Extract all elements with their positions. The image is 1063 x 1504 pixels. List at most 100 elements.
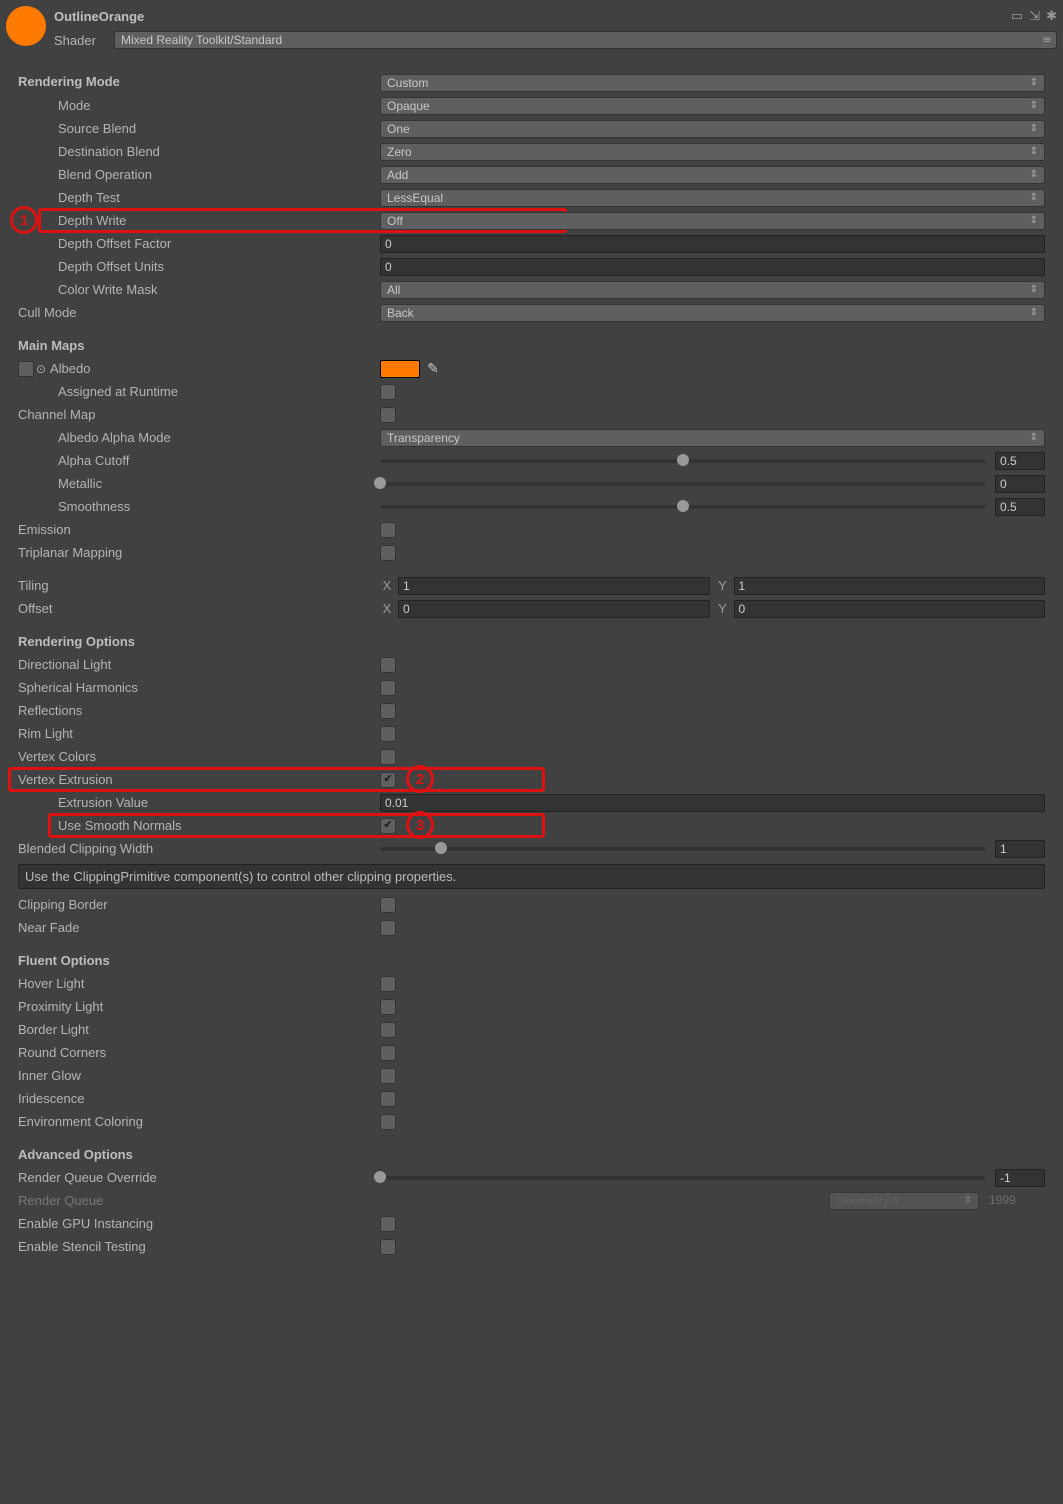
reflections-checkbox[interactable] [380,703,396,719]
depth-offset-factor-input[interactable] [380,235,1045,253]
albedo-label: Albedo [50,361,90,376]
metallic-value[interactable]: 0 [995,475,1045,493]
hover-light-checkbox[interactable] [380,976,396,992]
stencil-testing-label: Enable Stencil Testing [18,1239,380,1254]
blended-clipping-value[interactable]: 1 [995,840,1045,858]
cull-mode-label: Cull Mode [18,305,380,320]
albedo-target-icon[interactable]: ⊙ [36,362,46,376]
offset-x-input[interactable] [398,600,710,618]
blend-operation-label: Blend Operation [18,167,380,182]
shader-value: Mixed Reality Toolkit/Standard [121,33,282,47]
directional-light-checkbox[interactable] [380,657,396,673]
clipping-note: Use the ClippingPrimitive component(s) t… [18,864,1045,889]
blend-operation-dd[interactable]: Add [380,166,1045,184]
tiling-x-input[interactable] [398,577,710,595]
offset-label: Offset [18,601,380,616]
metallic-label: Metallic [18,476,380,491]
destination-blend-dd[interactable]: Zero [380,143,1045,161]
clipping-border-label: Clipping Border [18,897,380,912]
render-queue-override-value[interactable]: -1 [995,1169,1045,1187]
render-queue-dd: Geometry-1 [829,1192,979,1210]
proximity-light-label: Proximity Light [18,999,380,1014]
near-fade-label: Near Fade [18,920,380,935]
smoothness-value[interactable]: 0.5 [995,498,1045,516]
gpu-instancing-checkbox[interactable] [380,1216,396,1232]
depth-offset-units-label: Depth Offset Units [18,259,380,274]
color-write-mask-label: Color Write Mask [18,282,380,297]
vertex-colors-checkbox[interactable] [380,749,396,765]
iridescence-label: Iridescence [18,1091,380,1106]
inner-glow-checkbox[interactable] [380,1068,396,1084]
depth-write-label: Depth Write [18,213,380,228]
source-blend-label: Source Blend [18,121,380,136]
mode-label: Mode [18,98,380,113]
tiling-y-input[interactable] [734,577,1046,595]
help-icon[interactable]: ▭ [1011,8,1023,24]
alpha-cutoff-slider[interactable] [380,459,985,463]
material-title: OutlineOrange [54,9,144,24]
shader-dropdown[interactable]: Mixed Reality Toolkit/Standard [114,31,1057,49]
depth-write-dd[interactable]: Off [380,212,1045,230]
color-write-mask-dd[interactable]: All [380,281,1045,299]
stencil-testing-checkbox[interactable] [380,1239,396,1255]
near-fade-checkbox[interactable] [380,920,396,936]
mode-dd[interactable]: Opaque [380,97,1045,115]
smoothness-label: Smoothness [18,499,380,514]
environment-coloring-label: Environment Coloring [18,1114,380,1129]
proximity-light-checkbox[interactable] [380,999,396,1015]
rim-light-checkbox[interactable] [380,726,396,742]
clipping-border-checkbox[interactable] [380,897,396,913]
border-light-checkbox[interactable] [380,1022,396,1038]
triplanar-checkbox[interactable] [380,545,396,561]
use-smooth-normals-checkbox[interactable] [380,818,396,834]
rendering-mode-dd[interactable]: Custom [380,74,1045,92]
metallic-slider[interactable] [380,482,985,486]
color-picker-icon[interactable]: ✎ [426,362,440,376]
emission-label: Emission [18,522,380,537]
iridescence-checkbox[interactable] [380,1091,396,1107]
environment-coloring-checkbox[interactable] [380,1114,396,1130]
render-queue-value: 1999 [985,1192,1045,1210]
depth-test-label: Depth Test [18,190,380,205]
directional-light-label: Directional Light [18,657,380,672]
albedo-color-swatch[interactable] [380,360,420,378]
assigned-runtime-label: Assigned at Runtime [18,384,380,399]
alpha-cutoff-label: Alpha Cutoff [18,453,380,468]
dropdown-icon[interactable]: ⇲ [1029,8,1040,24]
border-light-label: Border Light [18,1022,380,1037]
spherical-harmonics-label: Spherical Harmonics [18,680,380,695]
depth-offset-units-input[interactable] [380,258,1045,276]
extrusion-value-input[interactable] [380,794,1045,812]
albedo-alpha-mode-label: Albedo Alpha Mode [18,430,380,445]
render-queue-override-label: Render Queue Override [18,1170,380,1185]
albedo-alpha-mode-dd[interactable]: Transparency [380,429,1045,447]
round-corners-checkbox[interactable] [380,1045,396,1061]
smoothness-slider[interactable] [380,505,985,509]
albedo-texture-slot[interactable] [18,361,34,377]
spherical-harmonics-checkbox[interactable] [380,680,396,696]
section-main-maps: Main Maps [18,338,1045,353]
assigned-runtime-checkbox[interactable] [380,384,396,400]
blended-clipping-slider[interactable] [380,847,985,851]
section-fluent-options: Fluent Options [18,953,1045,968]
gpu-instancing-label: Enable GPU Instancing [18,1216,380,1231]
render-queue-override-slider[interactable] [380,1176,985,1180]
source-blend-dd[interactable]: One [380,120,1045,138]
material-header: OutlineOrange ▭ ⇲ ✱ Shader Mixed Reality… [0,0,1063,52]
offset-y-input[interactable] [734,600,1046,618]
vertex-extrusion-label: Vertex Extrusion [18,772,380,787]
triplanar-label: Triplanar Mapping [18,545,380,560]
channel-map-label: Channel Map [18,407,380,422]
alpha-cutoff-value[interactable]: 0.5 [995,452,1045,470]
cull-mode-dd[interactable]: Back [380,304,1045,322]
emission-checkbox[interactable] [380,522,396,538]
destination-blend-label: Destination Blend [18,144,380,159]
vertex-extrusion-checkbox[interactable] [380,772,396,788]
depth-test-dd[interactable]: LessEqual [380,189,1045,207]
blended-clipping-width-label: Blended Clipping Width [18,841,380,856]
vertex-colors-label: Vertex Colors [18,749,380,764]
depth-offset-factor-label: Depth Offset Factor [18,236,380,251]
gear-icon[interactable]: ✱ [1046,8,1057,24]
material-preview-sphere [6,6,46,46]
channel-map-checkbox[interactable] [380,407,396,423]
